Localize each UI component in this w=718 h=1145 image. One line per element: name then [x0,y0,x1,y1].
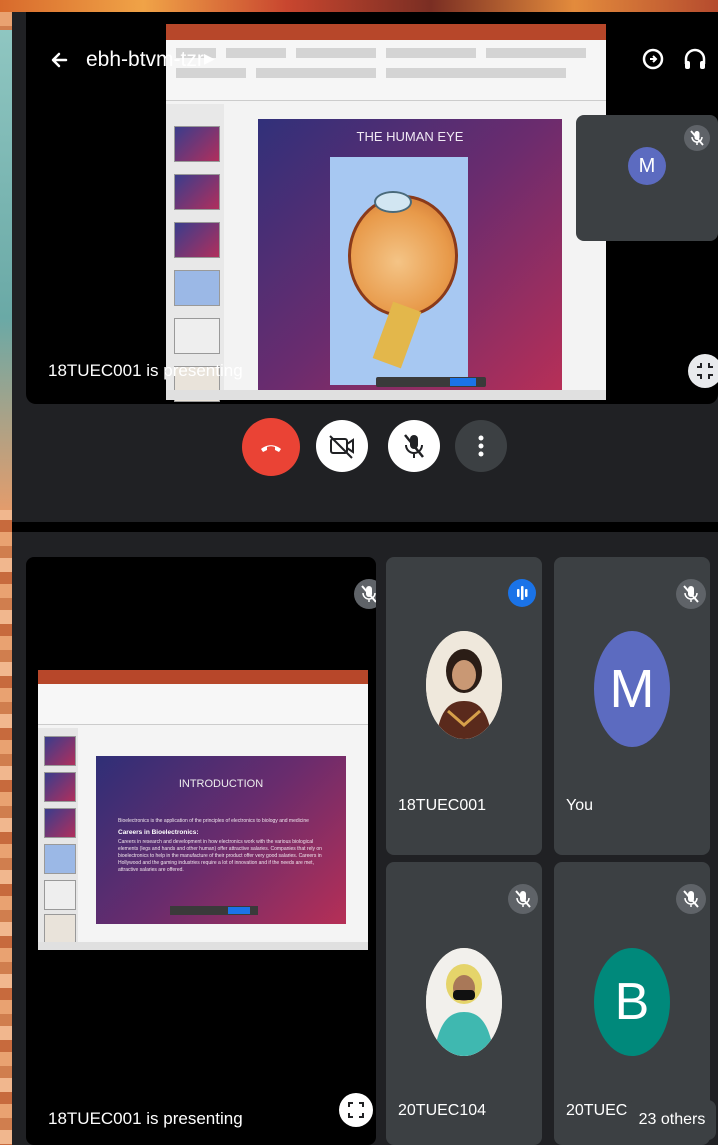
desktop-background-top [0,0,718,12]
ppt-ribbon [166,24,606,101]
presenting-label: 18TUEC001 is presenting [48,361,243,380]
chevron-right-icon[interactable]: ▶ [204,50,215,67]
slide-thumbnail [174,174,220,210]
slide-thumbnail [44,772,76,802]
slide-thumbnail [44,736,76,766]
slide-thumbnail [44,914,76,944]
mic-off-icon [508,884,538,914]
slide-thumbnail [174,270,220,306]
participant-tile-self[interactable]: M You [554,557,710,855]
end-call-button[interactable] [242,418,300,476]
microphone-off-button[interactable] [388,420,440,472]
mic-off-icon [676,884,706,914]
speaking-indicator-icon [508,579,536,607]
mic-off-icon [676,579,706,609]
slide-thumbnail [44,880,76,910]
presenting-label: 18TUEC001 is presenting [48,1109,243,1128]
slide-bullet: Bioelectronics is the application of the… [118,818,309,824]
eye-diagram-lens [374,191,412,213]
ppt-tool [226,48,286,58]
slide-thumbnail [174,318,220,354]
ppt-tool [386,48,476,58]
ppt-status-bar [38,942,368,950]
slide-bullet: Careers in research and development in h… [118,839,322,873]
exit-fullscreen-icon[interactable] [688,354,718,388]
mic-off-icon [354,579,376,609]
slide-thumbnail [44,808,76,838]
ppt-slide-thumbnails [38,728,78,944]
eye-diagram [330,157,468,385]
camera-off-button[interactable] [316,420,368,472]
self-view-tile[interactable]: M [576,115,718,241]
ppt-status-bar [166,390,606,400]
slide-title: THE HUMAN EYE [356,129,464,144]
slide-title: INTRODUCTION [178,778,264,790]
ppt-ribbon [38,684,368,725]
others-count-chip[interactable]: 23 others [628,1100,716,1140]
more-options-button[interactable] [455,420,507,472]
participant-tile[interactable]: 20TUEC104 [386,862,542,1145]
ppt-tool [256,68,376,78]
mic-off-icon [684,125,710,151]
switch-camera-icon[interactable] [636,42,670,76]
back-arrow-icon[interactable] [46,46,74,74]
current-slide: INTRODUCTION Bioelectronics is the appli… [96,756,346,924]
slide-thumbnail [174,222,220,258]
presentation-tile[interactable]: INTRODUCTION Bioelectronics is the appli… [26,557,376,1145]
desktop-background-left [0,12,12,1145]
ppt-tool [296,48,376,58]
ppt-tool [486,48,586,58]
eye-diagram-eyeball [348,195,458,317]
participant-name: 18TUEC001 [398,797,487,814]
ppt-tool [386,68,566,78]
section-divider [12,522,718,532]
shared-screen: THE HUMAN EYE [166,24,606,402]
meeting-code[interactable]: ebh-btvm-tzr [86,48,204,72]
participant-name: 20TUEC104 [398,1102,487,1119]
stop-sharing-button[interactable] [228,907,250,914]
audio-output-icon[interactable] [678,42,712,76]
slide-thumbnail [44,844,76,874]
slide-body: Bioelectronics is the application of the… [118,818,332,874]
participant-photo [426,948,502,1056]
participant-avatar: M [594,631,670,747]
slide-thumbnail [174,126,220,162]
participant-photo [426,631,502,739]
ppt-title-bar [38,670,368,684]
fullscreen-icon[interactable] [339,1093,373,1127]
ppt-slide-thumbnails [166,104,224,402]
self-avatar: M [628,147,666,185]
slide-heading: Careers in Bioelectronics: [118,829,199,836]
participant-avatar: B [594,948,670,1056]
stop-sharing-button[interactable] [450,378,476,386]
ppt-title-bar [166,24,606,40]
participant-tile[interactable]: 18TUEC001 [386,557,542,855]
meet-window: THE HUMAN EYE ebh-btvm-tzr ▶ M 18TUEC001… [12,12,718,1145]
current-slide: THE HUMAN EYE [258,119,562,391]
shared-screen: INTRODUCTION Bioelectronics is the appli… [38,670,368,950]
presentation-stage: THE HUMAN EYE ebh-btvm-tzr ▶ M 18TUEC001… [26,12,718,404]
sharing-notice-bar [170,906,258,915]
participant-name: You [566,797,593,814]
sharing-notice-bar [376,377,486,387]
desktop-background-band [0,30,12,510]
